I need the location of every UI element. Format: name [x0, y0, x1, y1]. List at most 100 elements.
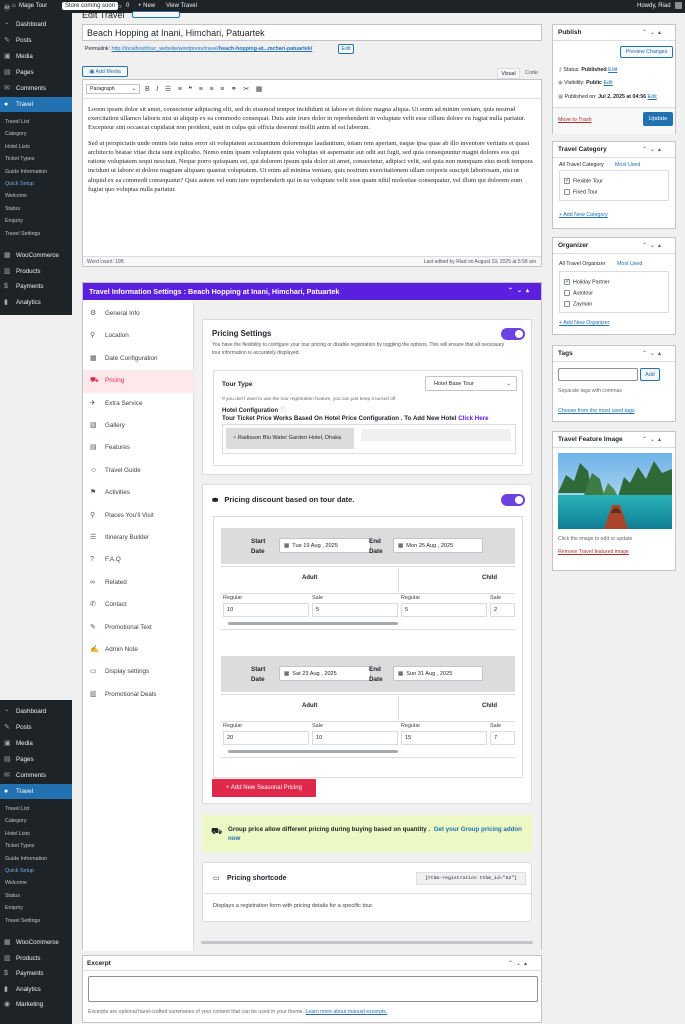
- menu-item-marketing[interactable]: ◉ Marketing: [0, 997, 72, 1012]
- tab-places-you-ll-visit[interactable]: ⚲ Places You'll Visit: [83, 505, 194, 527]
- start-date-input[interactable]: ▦ Tue 19 Aug , 2025: [279, 538, 371, 553]
- submenu-item-quick-setup[interactable]: Quick Setup: [0, 865, 72, 877]
- submenu-item-welcome[interactable]: Welcome: [0, 190, 72, 202]
- menu-item-posts[interactable]: ✎ Posts: [0, 720, 72, 735]
- new-link[interactable]: + New: [138, 3, 155, 9]
- update-button[interactable]: Update: [643, 112, 673, 126]
- align-right-icon[interactable]: ≡: [220, 86, 231, 93]
- adult-regular-input[interactable]: 10: [223, 603, 309, 617]
- permalink-edit-button[interactable]: Edit: [338, 44, 354, 54]
- add-new-travel-button[interactable]: [132, 11, 180, 18]
- box-arrows[interactable]: ⌃⌄▴: [642, 242, 664, 249]
- excerpt-textarea[interactable]: [88, 976, 538, 1002]
- travel-settings-header[interactable]: Travel Information Settings : Beach Hopp…: [83, 283, 541, 300]
- tag-input[interactable]: [558, 368, 638, 381]
- child-sale-input[interactable]: 2: [490, 603, 515, 617]
- quote-icon[interactable]: ❝: [188, 86, 198, 93]
- menu-item-dashboard[interactable]: ◔ Dashboard: [0, 704, 72, 719]
- box-arrows[interactable]: ⌃⌄▴: [642, 146, 664, 153]
- submenu-item-guide-information[interactable]: Guide Information: [0, 853, 72, 865]
- end-date-input[interactable]: ▦ Sun 31 Aug , 2025: [393, 666, 483, 681]
- menu-item-woocommerce[interactable]: ▦ WooCommerce: [0, 248, 72, 263]
- submenu-item-ticket-types[interactable]: Ticket Types: [0, 153, 72, 165]
- submenu-item-travel-settings[interactable]: Travel Settings: [0, 915, 72, 927]
- add-tag-button[interactable]: Add: [640, 368, 660, 381]
- checkbox[interactable]: [564, 301, 570, 307]
- checkbox[interactable]: [564, 189, 570, 195]
- submenu-item-ticket-types[interactable]: Ticket Types: [0, 840, 72, 852]
- hotel-chip[interactable]: × Radisson Blu Water Garden Hotel, Dhaka: [226, 428, 354, 449]
- click-here-link[interactable]: Click Here: [458, 415, 488, 422]
- menu-item-travel[interactable]: ● Travel: [0, 97, 72, 112]
- submenu-item-hotel-lists[interactable]: Hotel Lists: [0, 828, 72, 840]
- bold-icon[interactable]: B: [145, 86, 156, 93]
- child-regular-input[interactable]: 15: [401, 731, 487, 745]
- tab-visual[interactable]: Visual: [497, 68, 520, 79]
- add-category-link[interactable]: + Add New Category: [559, 212, 608, 218]
- remove-featured-image-link[interactable]: Remove Travel featured image: [558, 549, 629, 555]
- tab-features[interactable]: ▤ Features: [83, 437, 194, 459]
- submenu-item-enquiry[interactable]: Enquiry: [0, 902, 72, 914]
- checkbox[interactable]: [564, 278, 570, 285]
- toolbar-toggle-icon[interactable]: ▦: [256, 86, 269, 93]
- organizer-item[interactable]: Autotour: [564, 290, 593, 296]
- published-edit-link[interactable]: Edit: [648, 94, 657, 100]
- tab-contact[interactable]: ✆ Contact: [83, 594, 194, 616]
- organizer-tab-all[interactable]: All Travel Organizer: [559, 261, 606, 267]
- submenu-item-status[interactable]: Status: [0, 890, 72, 902]
- submenu-item-category[interactable]: Category: [0, 128, 72, 140]
- menu-item-payments[interactable]: $ Payments: [0, 279, 72, 294]
- box-arrows[interactable]: ⌃⌄▴: [508, 960, 530, 967]
- tab-related[interactable]: ∞ Related: [83, 572, 194, 594]
- store-coming-soon-badge[interactable]: Store coming soon: [62, 2, 119, 10]
- tab-location[interactable]: ⚲ Location: [83, 325, 194, 347]
- add-organizer-link[interactable]: + Add New Organizer: [559, 320, 610, 326]
- tab-date-configuration[interactable]: ▦ Date Configuration: [83, 348, 194, 370]
- adult-sale-input[interactable]: 10: [312, 731, 398, 745]
- submenu-item-hotel-lists[interactable]: Hotel Lists: [0, 141, 72, 153]
- menu-item-media[interactable]: ▣ Media: [0, 49, 72, 64]
- status-edit-link[interactable]: Edit: [608, 67, 617, 73]
- menu-item-analytics[interactable]: ▮ Analytics: [0, 982, 72, 997]
- tab-pricing[interactable]: ⛟ Pricing: [83, 370, 194, 393]
- shortcode-value[interactable]: [ttbm-registration ttbm_id="52"]: [416, 872, 526, 885]
- menu-item-media[interactable]: ▣ Media: [0, 736, 72, 751]
- comments-icon[interactable]: ▭: [116, 3, 122, 10]
- avatar[interactable]: [675, 2, 682, 9]
- remove-chip-icon[interactable]: ×: [233, 435, 236, 441]
- permalink-slug[interactable]: beach-hopping-at...mchari-patuartek/: [219, 46, 312, 52]
- tour-type-select[interactable]: Hotel Base Tour ⌄: [425, 376, 517, 391]
- menu-item-payments[interactable]: $ Payments: [0, 966, 72, 981]
- discount-toggle[interactable]: [501, 494, 525, 506]
- numbered-list-icon[interactable]: ≡: [178, 86, 189, 93]
- tab-itinerary-builder[interactable]: ☰ Itinerary Builder: [83, 527, 194, 549]
- submenu-item-travel-settings[interactable]: Travel Settings: [0, 228, 72, 240]
- submenu-item-guide-information[interactable]: Guide Information: [0, 166, 72, 178]
- submenu-item-welcome[interactable]: Welcome: [0, 877, 72, 889]
- permalink-url[interactable]: http://localhost/tour_website/wordpress/…: [112, 46, 219, 52]
- category-item[interactable]: Flexible Tour: [564, 177, 603, 184]
- menu-item-pages[interactable]: ▤ Pages: [0, 65, 72, 80]
- checkbox[interactable]: [564, 177, 570, 184]
- tab-general-info[interactable]: ⚙ General Info: [83, 303, 194, 325]
- menu-item-posts[interactable]: ✎ Posts: [0, 33, 72, 48]
- add-media-button[interactable]: ▣ Add Media: [82, 66, 128, 77]
- tab-extra-service[interactable]: ✈ Extra Service: [83, 393, 194, 415]
- align-left-icon[interactable]: ≡: [199, 86, 210, 93]
- pricing-toggle[interactable]: [501, 328, 525, 340]
- tab-travel-guide[interactable]: ☺ Travel Guide: [83, 460, 194, 482]
- tab-activities[interactable]: ⚑ Activities: [83, 482, 194, 504]
- submenu-item-status[interactable]: Status: [0, 203, 72, 215]
- submenu-item-quick-setup[interactable]: Quick Setup: [0, 178, 72, 190]
- info-icon[interactable]: ⓘ: [280, 408, 286, 414]
- tab-f-a-q[interactable]: ? F.A.Q: [83, 549, 194, 571]
- editor-content[interactable]: Lorem ipsum dolor sit amet, consectetur …: [83, 99, 541, 206]
- organizer-item[interactable]: Holiday Partner: [564, 278, 610, 285]
- hotel-search[interactable]: [361, 429, 511, 441]
- howdy-user[interactable]: Howdy, Riad: [637, 3, 671, 9]
- menu-item-dashboard[interactable]: ◔ Dashboard: [0, 17, 72, 32]
- child-sale-input[interactable]: 7: [490, 731, 515, 745]
- child-regular-input[interactable]: 5: [401, 603, 487, 617]
- submenu-item-category[interactable]: Category: [0, 815, 72, 827]
- end-date-input[interactable]: ▦ Mon 25 Aug , 2025: [393, 538, 483, 553]
